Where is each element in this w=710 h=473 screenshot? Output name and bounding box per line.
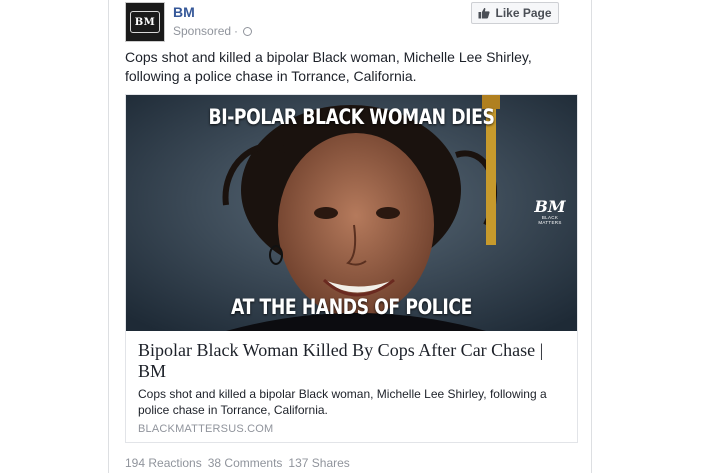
shares-count[interactable]: 137 Shares [288, 456, 349, 470]
link-description: Cops shot and killed a bipolar Black wom… [138, 387, 547, 417]
image-headline-bottom: AT THE HANDS OF POLICE [231, 295, 472, 319]
engagement-stats: 194 Reactions 38 Comments 137 Shares [125, 456, 350, 470]
post-meta: Sponsored · [173, 24, 253, 38]
image-logo-mark: BM [534, 197, 566, 216]
link-preview-image[interactable]: BI-POLAR BLACK WOMAN DIES AT THE HANDS O… [126, 95, 577, 331]
reactions-count[interactable]: 194 Reactions [125, 456, 202, 470]
sponsored-label[interactable]: Sponsored [173, 24, 231, 38]
post-text: Cops shot and killed a bipolar Black wom… [125, 49, 532, 84]
image-watermark-logo: BM BLACK MATTERS [530, 197, 570, 226]
like-page-button[interactable]: Like Page [471, 2, 559, 24]
sponsored-post: BM BM Sponsored · Like Page Cops shot an… [108, 0, 592, 473]
comments-count[interactable]: 38 Comments [208, 456, 283, 470]
link-domain: BLACKMATTERSUS.COM [138, 423, 274, 435]
link-title[interactable]: Bipolar Black Woman Killed By Cops After… [138, 340, 566, 382]
page-avatar[interactable]: BM [125, 2, 165, 42]
page-name-link[interactable]: BM [173, 4, 195, 20]
image-headline-top: BI-POLAR BLACK WOMAN DIES [208, 105, 495, 129]
globe-icon [243, 26, 253, 36]
thumbs-up-icon [478, 7, 491, 19]
link-preview-card[interactable]: BI-POLAR BLACK WOMAN DIES AT THE HANDS O… [125, 94, 578, 443]
image-logo-text: BLACK MATTERS [538, 215, 562, 225]
avatar-logo: BM [130, 11, 160, 33]
meta-separator: · [234, 24, 239, 38]
like-page-label: Like Page [495, 6, 552, 20]
